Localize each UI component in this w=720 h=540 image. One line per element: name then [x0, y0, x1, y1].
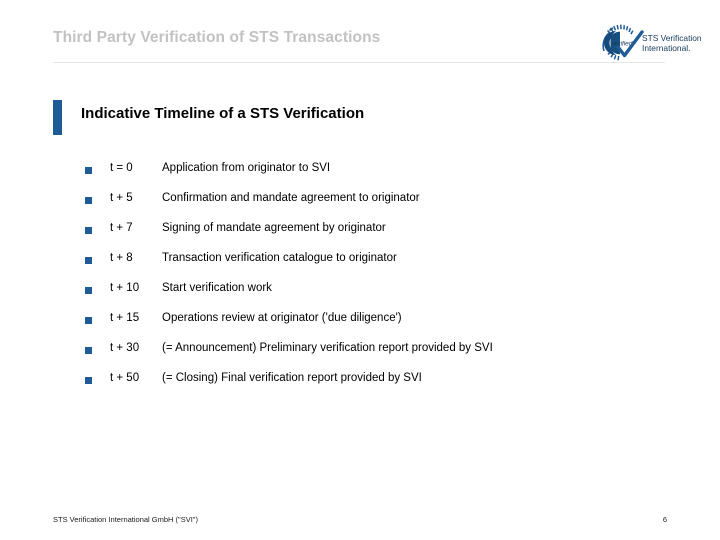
- page-number: 6: [662, 515, 668, 524]
- timeline-time: t + 15: [110, 312, 140, 324]
- section-heading: Indicative Timeline of a STS Verificatio…: [81, 105, 365, 122]
- square-bullet-icon: [85, 197, 92, 204]
- list-item: t + 15 Operations review at originator (…: [0, 312, 720, 342]
- list-item: t + 10 Start verification work: [0, 282, 720, 312]
- timeline-time: t + 8: [110, 252, 133, 264]
- timeline-description: (= Closing) Final verification report pr…: [162, 372, 422, 384]
- list-item: t + 5 Confirmation and mandate agreement…: [0, 192, 720, 222]
- logo-line-1: STS Verification: [642, 33, 702, 43]
- logo-line-2: International.: [642, 42, 691, 53]
- square-bullet-icon: [85, 377, 92, 384]
- company-logo: verified STS Verification International.: [598, 21, 706, 65]
- timeline-description: Application from originator to SVI: [162, 162, 331, 174]
- list-item: t + 8 Transaction verification catalogue…: [0, 252, 720, 282]
- timeline-time: t + 50: [110, 372, 140, 384]
- timeline-time: t + 5: [110, 192, 133, 204]
- list-item: t + 50 (= Closing) Final verification re…: [0, 372, 720, 402]
- timeline-description: (= Announcement) Preliminary verificatio…: [162, 342, 493, 354]
- square-bullet-icon: [85, 317, 92, 324]
- slide-title: Third Party Verification of STS Transact…: [53, 29, 381, 46]
- logo-wordmark: STS Verification International.: [642, 33, 702, 53]
- slide-canvas: Third Party Verification of STS Transact…: [0, 0, 720, 540]
- list-item: t = 0 Application from originator to SVI: [0, 162, 720, 192]
- square-bullet-icon: [85, 167, 92, 174]
- square-bullet-icon: [85, 287, 92, 294]
- timeline-description: Confirmation and mandate agreement to or…: [162, 192, 420, 204]
- timeline-description: Start verification work: [162, 282, 272, 294]
- timeline-description: Signing of mandate agreement by originat…: [162, 222, 386, 234]
- timeline-list: t = 0 Application from originator to SVI…: [0, 162, 720, 402]
- timeline-time: t + 30: [110, 342, 140, 354]
- verified-check-badge-icon: verified: [598, 21, 646, 65]
- timeline-time: t + 7: [110, 222, 133, 234]
- timeline-description: Transaction verification catalogue to or…: [162, 252, 397, 264]
- list-item: t + 7 Signing of mandate agreement by or…: [0, 222, 720, 252]
- section-accent-bar: [53, 100, 62, 135]
- footer-company-text: STS Verification International GmbH ("SV…: [53, 515, 198, 524]
- timeline-description: Operations review at originator ('due di…: [162, 312, 402, 324]
- timeline-time: t + 10: [110, 282, 140, 294]
- timeline-time: t = 0: [110, 162, 133, 174]
- square-bullet-icon: [85, 227, 92, 234]
- square-bullet-icon: [85, 257, 92, 264]
- list-item: t + 30 (= Announcement) Preliminary veri…: [0, 342, 720, 372]
- header-divider: [53, 62, 665, 63]
- square-bullet-icon: [85, 347, 92, 354]
